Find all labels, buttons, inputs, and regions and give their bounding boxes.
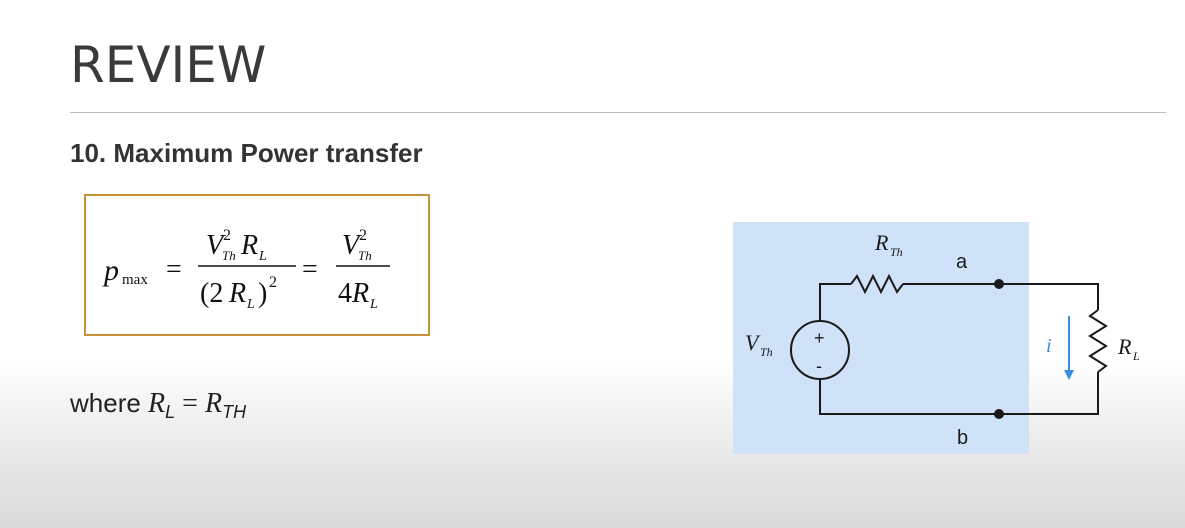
source-minus-sign: - [816, 356, 822, 376]
condition-lhs-sub: L [165, 402, 176, 422]
wire-left-top [819, 283, 851, 320]
node-b-label: b [957, 427, 968, 449]
load-label-sub: L [1132, 349, 1140, 363]
thevenin-circuit-diagram: + - V Th R Th a b i R L [745, 230, 1140, 449]
fraction1-den-sup: 2 [269, 274, 277, 291]
formula-lhs: p [102, 254, 119, 287]
formula-equals-1: = [166, 254, 182, 285]
condition-line: where RL = RTH [70, 388, 246, 423]
source-label: V [745, 330, 761, 355]
current-arrow-icon [1064, 370, 1074, 380]
node-b-dot [994, 409, 1004, 419]
load-label: R [1117, 334, 1132, 359]
condition-prefix: where [70, 388, 149, 418]
node-a-dot [994, 279, 1004, 289]
fraction2-den-r-sub: L [369, 297, 378, 312]
fraction1-den-close: ) [258, 278, 267, 309]
wire-bottom [819, 372, 1099, 415]
condition-equals: = [175, 388, 205, 419]
fraction2-den-r: R [351, 278, 369, 309]
resistor-rth-icon [850, 273, 904, 295]
fraction1-num-r: R [240, 230, 258, 261]
formula-equals-2: = [302, 254, 318, 285]
source-plus-sign: + [814, 328, 825, 348]
resistor-rth-label: R [874, 230, 889, 255]
formula-lhs-sub: max [122, 272, 148, 288]
condition-rhs-sub: TH [222, 402, 247, 422]
current-label: i [1046, 335, 1052, 357]
fraction1-num-v-sub: Th [222, 248, 236, 263]
resistor-rl-icon [1088, 309, 1108, 373]
fraction2-den-coef: 4 [338, 278, 352, 309]
section-heading: 10. Maximum Power transfer [70, 138, 423, 168]
fraction1-den-open: (2 [200, 278, 223, 309]
fraction2-num-v-sup: 2 [359, 227, 367, 244]
fraction1-num-r-sub: L [258, 249, 267, 264]
max-power-formula: p max = V 2 Th R L (2 R L ) 2 = V 2 Th 4… [102, 227, 390, 312]
formula-box: p max = V 2 Th R L (2 R L ) 2 = V 2 Th 4… [84, 194, 430, 336]
node-a-label: a [956, 251, 968, 273]
condition-rhs: R [204, 388, 223, 419]
fraction2-num-v-sub: Th [358, 248, 372, 263]
slide-title: REVIEW [70, 36, 267, 94]
fraction1-den-r: R [228, 278, 246, 309]
fraction1-den-r-sub: L [246, 297, 255, 312]
source-label-sub: Th [760, 345, 773, 359]
resistor-rth-label-sub: Th [890, 245, 903, 259]
condition-lhs: R [148, 388, 166, 419]
title-divider [70, 112, 1166, 113]
fraction1-num-v-sup: 2 [223, 227, 231, 244]
